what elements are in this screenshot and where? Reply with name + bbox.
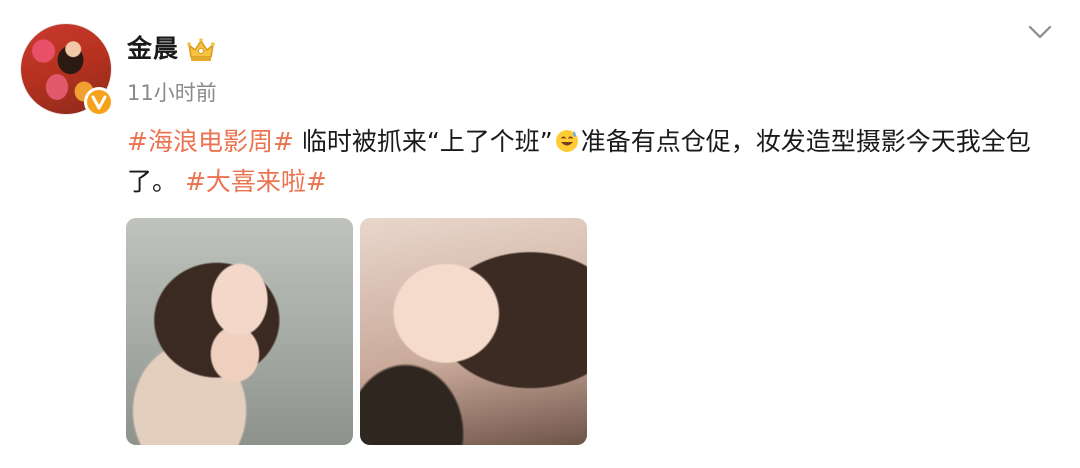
crown-icon <box>187 38 215 61</box>
hashtag-link[interactable]: #大喜来啦# <box>185 167 327 196</box>
weibo-post: 金晨 11小时前 #海浪电影周# 临时被抓来“上了个班” 准备有点仓促，妆发造型… <box>0 0 1080 468</box>
post-image-2[interactable] <box>360 218 587 445</box>
post-image-1[interactable] <box>126 218 353 445</box>
hashtag-link[interactable]: #海浪电影周# <box>127 127 294 156</box>
sweat-smile-emoji-icon <box>555 130 578 152</box>
username[interactable]: 金晨 <box>127 33 179 65</box>
post-text-segment: 临时被抓来“上了个班” <box>293 127 553 156</box>
chevron-down-icon[interactable] <box>1026 22 1054 42</box>
post-timestamp: 11小时前 <box>127 81 217 105</box>
post-text-space <box>177 167 185 196</box>
verified-badge-icon <box>84 87 114 117</box>
post-text: #海浪电影周# 临时被抓来“上了个班” 准备有点仓促，妆发造型摄影今天我全包了。… <box>127 122 1062 202</box>
avatar-container[interactable] <box>20 23 114 117</box>
